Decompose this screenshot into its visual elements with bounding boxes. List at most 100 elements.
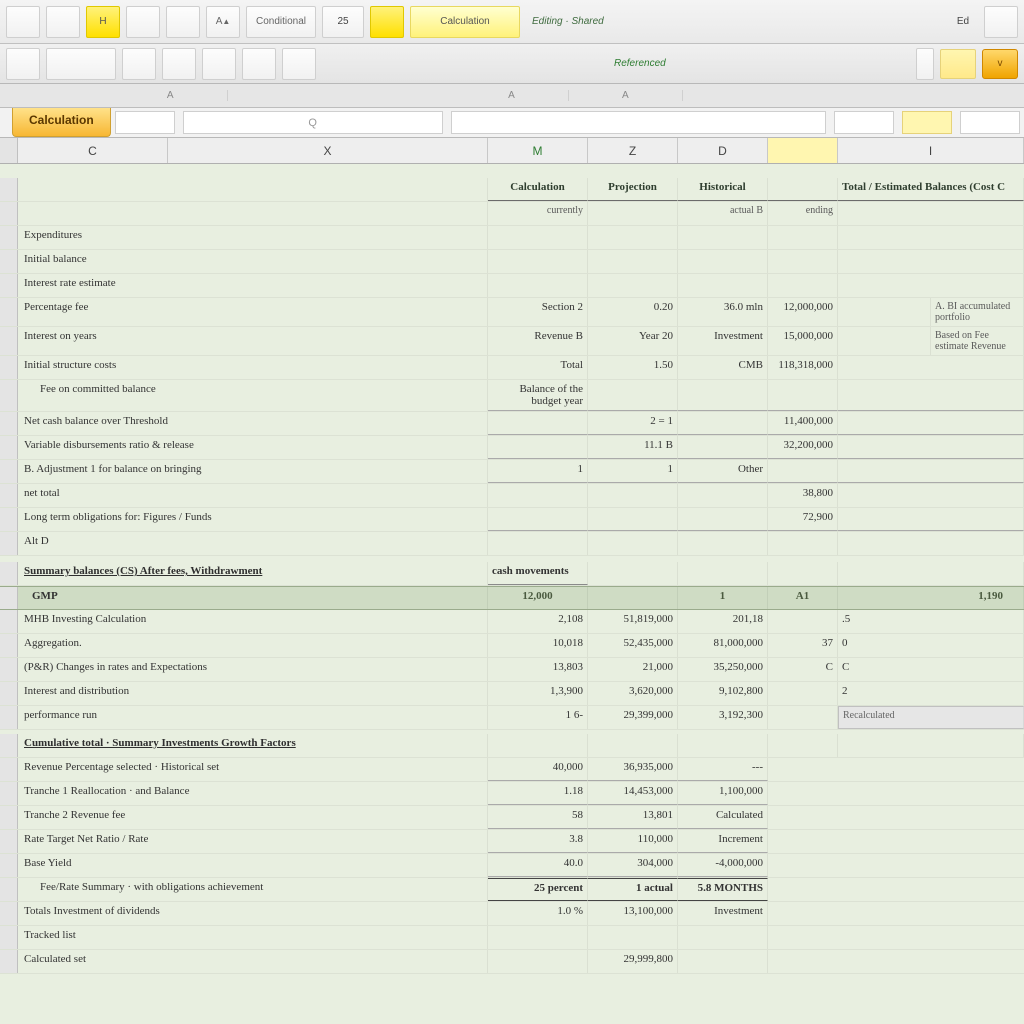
cell[interactable]: 1 actual (588, 878, 678, 901)
cell[interactable]: 9,102,800 (678, 682, 768, 705)
cell[interactable] (768, 250, 838, 273)
cell[interactable]: 1,100,000 (678, 782, 768, 805)
cell[interactable]: 1.50 (588, 356, 678, 379)
cell[interactable] (838, 356, 1024, 379)
cell[interactable]: 52,435,000 (588, 634, 678, 657)
cell[interactable]: 36,935,000 (588, 758, 678, 781)
cell[interactable]: 1 (588, 460, 678, 483)
cell[interactable] (768, 460, 838, 483)
col-header[interactable]: C (18, 138, 168, 163)
table-row[interactable]: Totals Investment of dividends1.0 %13,10… (0, 902, 1024, 926)
cell[interactable] (488, 484, 588, 507)
cell[interactable] (488, 250, 588, 273)
cell[interactable] (588, 926, 678, 949)
cell[interactable] (838, 508, 1024, 531)
cell[interactable] (838, 298, 931, 326)
col-header[interactable]: X (168, 138, 488, 163)
cell[interactable] (678, 950, 768, 973)
worksheet-grid[interactable]: Calculation Projection Historical Total … (0, 164, 1024, 1024)
table-row[interactable]: Revenue Percentage selected · Historical… (0, 758, 1024, 782)
ribbon-button[interactable] (6, 48, 40, 80)
table-row[interactable]: Percentage feeSection 20.2036.0 mln12,00… (0, 298, 1024, 327)
col-header-highlight[interactable] (768, 138, 838, 163)
ribbon-button[interactable] (242, 48, 276, 80)
cell[interactable]: 15,000,000 (768, 327, 838, 355)
cell[interactable] (768, 682, 838, 705)
ribbon-button[interactable] (166, 6, 200, 38)
cell[interactable] (678, 508, 768, 531)
cell[interactable] (588, 226, 678, 249)
cell[interactable]: 3,620,000 (588, 682, 678, 705)
cell[interactable] (588, 274, 678, 297)
cell[interactable] (488, 412, 588, 435)
cell[interactable]: C (768, 658, 838, 681)
cell[interactable]: Balance of the budget year (488, 380, 588, 411)
cell[interactable]: 13,803 (488, 658, 588, 681)
table-row[interactable]: Calculated set29,999,800 (0, 950, 1024, 974)
cell[interactable]: 21,000 (588, 658, 678, 681)
ribbon-button[interactable] (282, 48, 316, 80)
cell[interactable]: Year 20 (588, 327, 678, 355)
cell[interactable]: 32,200,000 (768, 436, 838, 459)
name-box[interactable] (115, 111, 175, 134)
cell[interactable] (768, 274, 838, 297)
cell[interactable]: 1.18 (488, 782, 588, 805)
cell[interactable]: 51,819,000 (588, 610, 678, 633)
ribbon-button[interactable] (162, 48, 196, 80)
conditional-format-button[interactable]: Conditional (246, 6, 316, 38)
cell[interactable] (678, 436, 768, 459)
cell[interactable] (678, 274, 768, 297)
cell[interactable]: 12,000,000 (768, 298, 838, 326)
cell[interactable]: 1 6- (488, 706, 588, 729)
cell[interactable]: 11,400,000 (768, 412, 838, 435)
cell[interactable] (678, 226, 768, 249)
highlight-button[interactable]: H (86, 6, 120, 38)
cell[interactable] (838, 532, 1024, 555)
table-row[interactable]: Initial balance (0, 250, 1024, 274)
col-header[interactable]: M (488, 138, 588, 163)
cell[interactable] (838, 460, 1024, 483)
ribbon-button[interactable] (46, 48, 116, 80)
cell[interactable] (768, 226, 838, 249)
cell[interactable] (588, 380, 678, 411)
cell[interactable]: 10,018 (488, 634, 588, 657)
cell[interactable] (838, 274, 1024, 297)
table-row[interactable]: Aggregation.10,01852,435,00081,000,00037… (0, 634, 1024, 658)
table-row[interactable]: Interest and distribution1,3,9003,620,00… (0, 682, 1024, 706)
cell[interactable]: 201,18 (678, 610, 768, 633)
table-row[interactable]: Fee/Rate Summary · with obligations achi… (0, 878, 1024, 902)
cell[interactable] (488, 274, 588, 297)
cell[interactable]: 13,801 (588, 806, 678, 829)
table-row[interactable]: Expenditures (0, 226, 1024, 250)
table-row[interactable]: Alt D (0, 532, 1024, 556)
table-row[interactable]: Rate Target Net Ratio / Rate3.8110,000In… (0, 830, 1024, 854)
cell[interactable]: Investment (678, 327, 768, 355)
cell[interactable]: 35,250,000 (678, 658, 768, 681)
cell[interactable]: 40,000 (488, 758, 588, 781)
select-all-corner[interactable] (0, 138, 18, 163)
aux-cell-highlight[interactable] (902, 111, 952, 134)
cell[interactable] (488, 508, 588, 531)
cell[interactable]: Increment (678, 830, 768, 853)
cell[interactable]: C (838, 658, 1024, 681)
cell[interactable] (488, 436, 588, 459)
cell[interactable]: Recalculated (838, 706, 1024, 729)
warning-button[interactable]: v (982, 49, 1018, 79)
cell[interactable] (838, 250, 1024, 273)
cell[interactable] (768, 380, 838, 411)
table-row[interactable]: MHB Investing Calculation2,10851,819,000… (0, 610, 1024, 634)
table-row[interactable]: B. Adjustment 1 for balance on bringing1… (0, 460, 1024, 484)
cell[interactable]: 58 (488, 806, 588, 829)
cell[interactable] (678, 412, 768, 435)
font-size-stepper[interactable]: A▲ (206, 6, 240, 38)
formula-input[interactable] (451, 111, 826, 134)
cell[interactable] (678, 380, 768, 411)
cell[interactable]: 2 = 1 (588, 412, 678, 435)
cell[interactable]: 29,999,800 (588, 950, 678, 973)
cell[interactable]: -4,000,000 (678, 854, 768, 877)
cell[interactable]: 11.1 B (588, 436, 678, 459)
sheet-tab-active[interactable]: Calculation (12, 108, 111, 137)
cell[interactable]: 14,453,000 (588, 782, 678, 805)
cell[interactable] (588, 484, 678, 507)
cell[interactable]: --- (678, 758, 768, 781)
